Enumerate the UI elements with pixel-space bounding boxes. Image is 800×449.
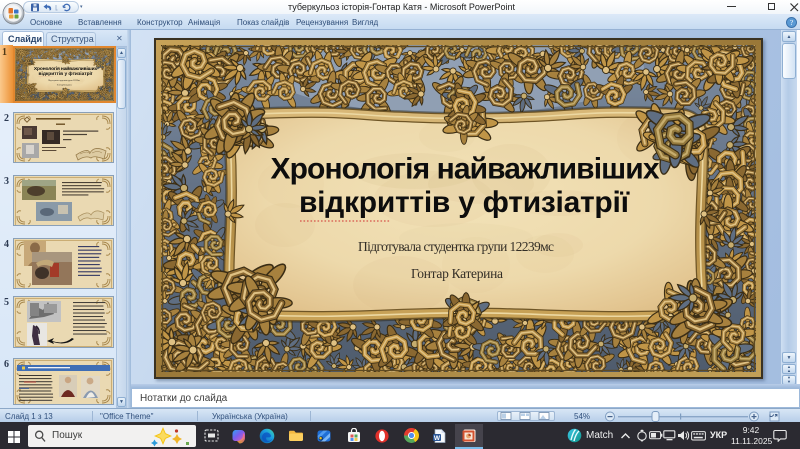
svg-text:W: W [434, 435, 441, 442]
